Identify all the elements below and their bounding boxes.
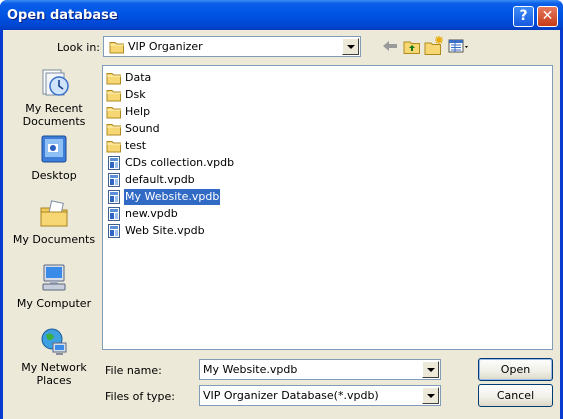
folder-icon <box>106 87 122 103</box>
window-title: Open database <box>7 8 118 23</box>
open-button[interactable]: Open <box>478 358 553 381</box>
database-file-icon <box>106 206 122 222</box>
help-button[interactable]: ? <box>513 6 534 27</box>
up-one-level-icon[interactable] <box>401 35 423 57</box>
place-desktop[interactable]: Desktop <box>11 134 97 182</box>
place-my-documents[interactable]: My Documents <box>11 198 97 246</box>
list-item[interactable]: Data <box>106 70 152 86</box>
place-my-network-places[interactable]: My Network Places <box>11 326 97 387</box>
view-menu-icon[interactable] <box>446 35 472 57</box>
filename-input[interactable]: My Website.vpdb <box>199 359 441 380</box>
list-item[interactable]: new.vpdb <box>106 206 179 222</box>
database-file-icon <box>106 155 122 171</box>
place-label: My Recent Documents <box>22 102 86 128</box>
filetype-dropdown-arrow[interactable] <box>422 387 439 404</box>
filename-dropdown-arrow[interactable] <box>422 361 439 378</box>
file-list[interactable]: Data Dsk Help Sound test CDs collection.… <box>102 65 553 350</box>
places-bar: My Recent Documents Desktop My Documents <box>11 64 97 418</box>
database-file-icon <box>106 172 122 188</box>
new-folder-icon[interactable] <box>423 35 445 57</box>
file-name: Web Site.vpdb <box>125 224 205 237</box>
list-item[interactable]: Web Site.vpdb <box>106 223 206 239</box>
folder-icon <box>106 138 122 154</box>
filetype-dropdown[interactable]: VIP Organizer Database(*.vpdb) <box>199 385 441 406</box>
folder-icon <box>109 39 125 55</box>
file-name: Sound <box>125 122 160 135</box>
my-documents-icon <box>40 200 68 227</box>
lookin-value: VIP Organizer <box>128 40 203 53</box>
folder-icon <box>106 104 122 120</box>
title-bar[interactable]: Open database ? ✕ <box>0 0 563 30</box>
lookin-label: Look in: <box>57 41 100 54</box>
lookin-dropdown[interactable]: VIP Organizer <box>103 36 361 57</box>
place-label: My Documents <box>12 233 96 246</box>
database-file-icon <box>106 223 122 239</box>
file-name: CDs collection.vpdb <box>125 156 235 169</box>
list-item[interactable]: default.vpdb <box>106 172 196 188</box>
list-item[interactable]: Help <box>106 104 151 120</box>
lookin-dropdown-arrow[interactable] <box>342 38 359 55</box>
close-button[interactable]: ✕ <box>537 6 558 27</box>
file-name: My Website.vpdb <box>124 189 221 205</box>
desktop-icon <box>41 135 67 163</box>
file-name: new.vpdb <box>125 207 178 220</box>
filetype-label: Files of type: <box>105 390 176 403</box>
place-label: My Network Places <box>21 361 87 387</box>
network-places-icon <box>41 328 67 355</box>
place-my-computer[interactable]: My Computer <box>11 262 97 310</box>
open-database-dialog: Open database ? ✕ Look in: VIP Organizer <box>0 0 563 419</box>
my-computer-icon <box>42 264 66 291</box>
place-label: My Computer <box>16 297 92 310</box>
back-arrow-icon[interactable] <box>379 35 401 57</box>
list-item[interactable]: Dsk <box>106 87 147 103</box>
list-item[interactable]: test <box>106 138 147 154</box>
database-file-icon <box>106 189 122 205</box>
folder-icon <box>106 121 122 137</box>
recent-documents-icon <box>42 69 69 96</box>
filename-value: My Website.vpdb <box>203 363 298 376</box>
folder-icon <box>106 70 122 86</box>
file-name: default.vpdb <box>125 173 195 186</box>
place-label: Desktop <box>31 169 77 182</box>
file-name: test <box>125 139 147 152</box>
filename-label: File name: <box>105 364 162 377</box>
list-item[interactable]: CDs collection.vpdb <box>106 155 235 171</box>
file-name: Data <box>125 71 152 84</box>
file-name: Help <box>125 105 151 118</box>
file-name: Dsk <box>125 88 146 101</box>
list-item[interactable]: Sound <box>106 121 161 137</box>
filetype-value: VIP Organizer Database(*.vpdb) <box>203 389 379 402</box>
place-my-recent-documents[interactable]: My Recent Documents <box>11 67 97 128</box>
cancel-button[interactable]: Cancel <box>478 384 553 407</box>
list-item-selected[interactable]: My Website.vpdb <box>106 189 221 205</box>
dialog-body: Look in: VIP Organizer My Recent Documen… <box>3 30 560 419</box>
